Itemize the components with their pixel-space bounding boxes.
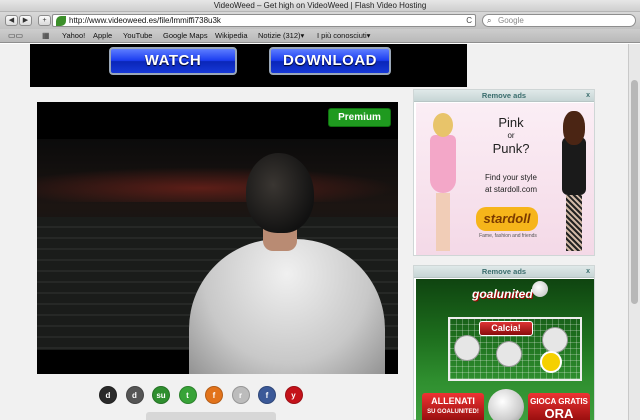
bookmark-wikipedia[interactable]: Wikipedia (215, 29, 248, 42)
ad-or-text: or (507, 131, 515, 140)
big-soccer-ball-icon (488, 389, 524, 420)
address-url[interactable]: http://www.videoweed.es/file/lmmiffi738u… (69, 15, 221, 26)
facebook-icon[interactable]: f (258, 386, 276, 404)
video-frame (37, 139, 398, 374)
back-button[interactable]: ◀ (5, 15, 18, 26)
premium-button[interactable]: Premium (328, 108, 391, 127)
search-placeholder[interactable]: Google (498, 15, 524, 26)
close-ad-icon[interactable]: x (586, 90, 590, 102)
ad-body[interactable]: Pink or Punk? Find your style at stardol… (416, 103, 594, 255)
target-right[interactable] (542, 327, 568, 353)
goalunited-logo: goalunited (472, 287, 533, 301)
goalunited-ad[interactable]: Remove ads x goalunited Calcia! ALLENATI… (413, 265, 595, 420)
bookmark-piu-conosciuti[interactable]: I più conosciuti▾ (317, 29, 370, 42)
window-title: VideoWeed – Get high on VideoWeed | Flas… (0, 0, 640, 12)
search-field[interactable]: ⌕ Google (482, 14, 636, 27)
person-head (246, 153, 314, 233)
scrollbar-thumb[interactable] (631, 80, 638, 304)
ad-find-style-text: Find your style (484, 173, 538, 182)
technorati-icon[interactable]: t (178, 386, 197, 404)
target-middle[interactable] (496, 341, 522, 367)
download-button[interactable]: DOWNLOAD (269, 47, 391, 75)
page-content: WATCH DOWNLOAD Premium d d su t f r f y Remove … (0, 44, 628, 420)
allenati-text: ALLENATI (431, 396, 475, 406)
soccer-ball-icon (532, 281, 548, 297)
stumbleupon-icon[interactable]: su (152, 386, 170, 404)
pink-girl-figure (424, 113, 462, 253)
top-banner: WATCH DOWNLOAD (30, 44, 467, 87)
add-bookmark-button[interactable]: + (38, 15, 51, 26)
address-bar[interactable]: http://www.videoweed.es/file/lmmiffi738u… (52, 14, 476, 27)
ad-body[interactable]: goalunited Calcia! ALLENATI SU GOALUNITE… (416, 279, 594, 420)
bookmark-yahoo[interactable]: Yahoo! (62, 29, 85, 42)
search-icon: ⌕ (487, 16, 492, 25)
ad-header: Remove ads x (414, 266, 594, 278)
bookmarks-bar: ▭▭ ▦ Yahoo! Apple YouTube Google Maps Wi… (0, 29, 640, 43)
remove-ads-link[interactable]: Remove ads (414, 90, 594, 102)
below-player-tab (146, 412, 276, 420)
ad-site-text: at stardoll.com (484, 185, 538, 194)
bookmark-notizie[interactable]: Notizie (312)▾ (258, 29, 304, 42)
target-left[interactable] (454, 335, 480, 361)
digg-icon[interactable]: d (125, 386, 144, 404)
calcia-button[interactable]: Calcia! (479, 321, 533, 336)
bookmark-apple[interactable]: Apple (93, 29, 112, 42)
bookmark-google-maps[interactable]: Google Maps (163, 29, 208, 42)
smiley-icon (540, 351, 562, 373)
video-player[interactable]: Premium (37, 102, 398, 374)
allenati-subtext: SU GOALUNITED! (427, 409, 479, 415)
delicious-icon[interactable]: d (99, 386, 117, 404)
gioca-gratis-button[interactable]: GIOCA GRATIS ORA (528, 393, 590, 420)
remove-ads-link[interactable]: Remove ads (414, 266, 594, 278)
site-favicon-icon (56, 16, 66, 26)
grid-icon[interactable]: ▦ (42, 31, 50, 41)
vertical-scrollbar[interactable] (628, 44, 640, 420)
mixx-icon[interactable]: f (205, 386, 223, 404)
bookmark-youtube[interactable]: YouTube (123, 29, 152, 42)
stardoll-logo: stardoll (476, 207, 538, 231)
book-icon[interactable]: ▭▭ (8, 31, 23, 41)
watch-button[interactable]: WATCH (109, 47, 237, 75)
stardoll-ad[interactable]: Remove ads x Pink or Punk? Find your sty… (413, 89, 595, 256)
reddit-icon[interactable]: r (231, 386, 250, 404)
navigation-toolbar: ◀ ▶ + http://www.videoweed.es/file/lmmif… (0, 12, 640, 29)
close-ad-icon[interactable]: x (586, 266, 590, 278)
allenati-button[interactable]: ALLENATI SU GOALUNITED! (422, 393, 484, 420)
punk-girl-figure (556, 111, 592, 253)
ad-punk-text: Punk? (492, 141, 530, 156)
stardoll-tagline: Fame, fashion and friends (479, 233, 537, 239)
ad-pink-text: Pink (498, 115, 524, 130)
forward-button[interactable]: ▶ (19, 15, 32, 26)
ad-header: Remove ads x (414, 90, 594, 102)
ora-text: ORA (544, 406, 574, 420)
yahoo-buzz-icon[interactable]: y (284, 386, 303, 404)
stage-light (37, 167, 398, 202)
reload-icon[interactable]: C (466, 15, 472, 26)
